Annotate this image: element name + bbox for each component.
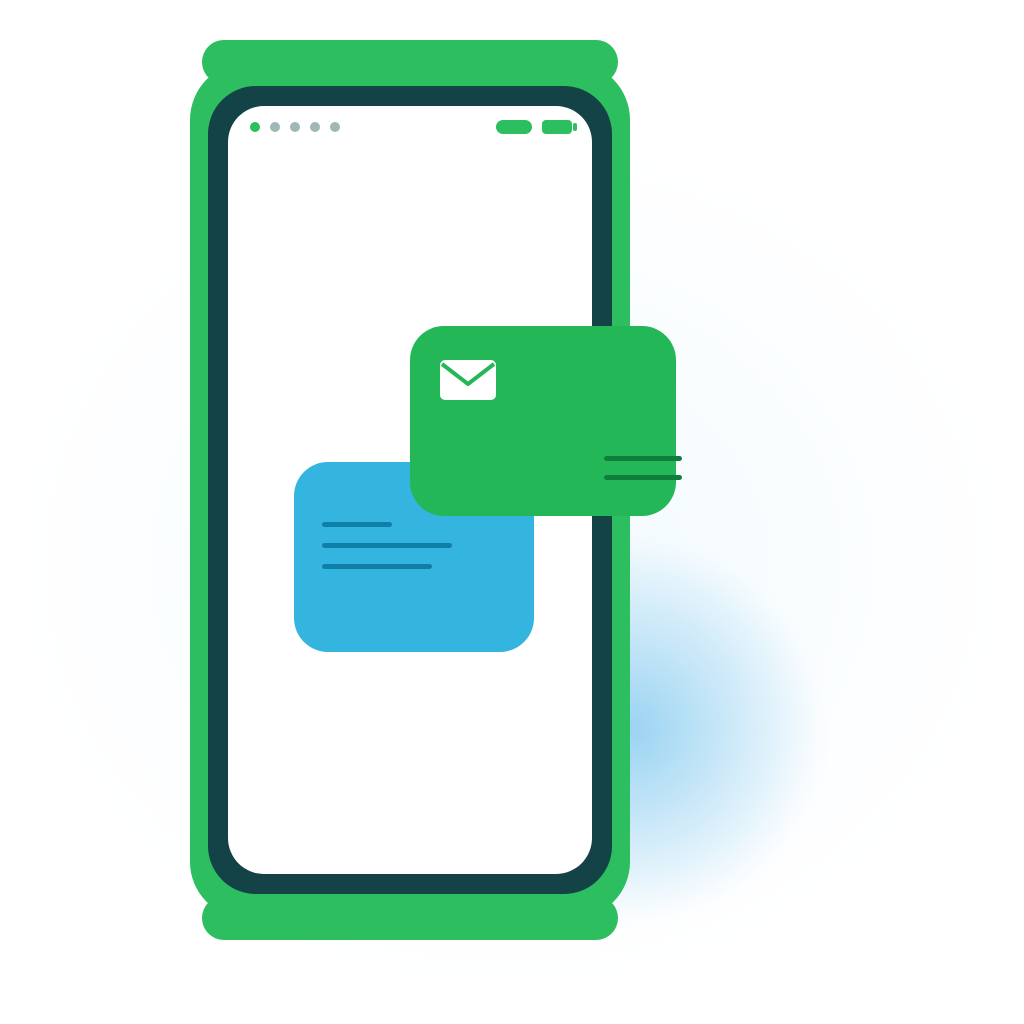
phone-screen: [228, 106, 592, 874]
phone-cap-bottom: [202, 896, 618, 940]
battery-icon: [542, 120, 572, 134]
message-text-lines: [604, 456, 682, 480]
message-bubble-outgoing: [410, 326, 676, 516]
status-dots: [250, 122, 340, 132]
illustration-canvas: [0, 0, 1024, 1024]
status-bar: [228, 120, 592, 138]
status-dot-icon: [310, 122, 320, 132]
status-indicators: [496, 120, 572, 134]
phone-body-inner: [204, 82, 616, 898]
status-dot-icon: [250, 122, 260, 132]
mail-icon: [440, 360, 496, 405]
status-dot-icon: [270, 122, 280, 132]
phone-mockup: [190, 40, 630, 940]
status-dot-icon: [290, 122, 300, 132]
signal-pill-icon: [496, 120, 532, 134]
status-dot-icon: [330, 122, 340, 132]
